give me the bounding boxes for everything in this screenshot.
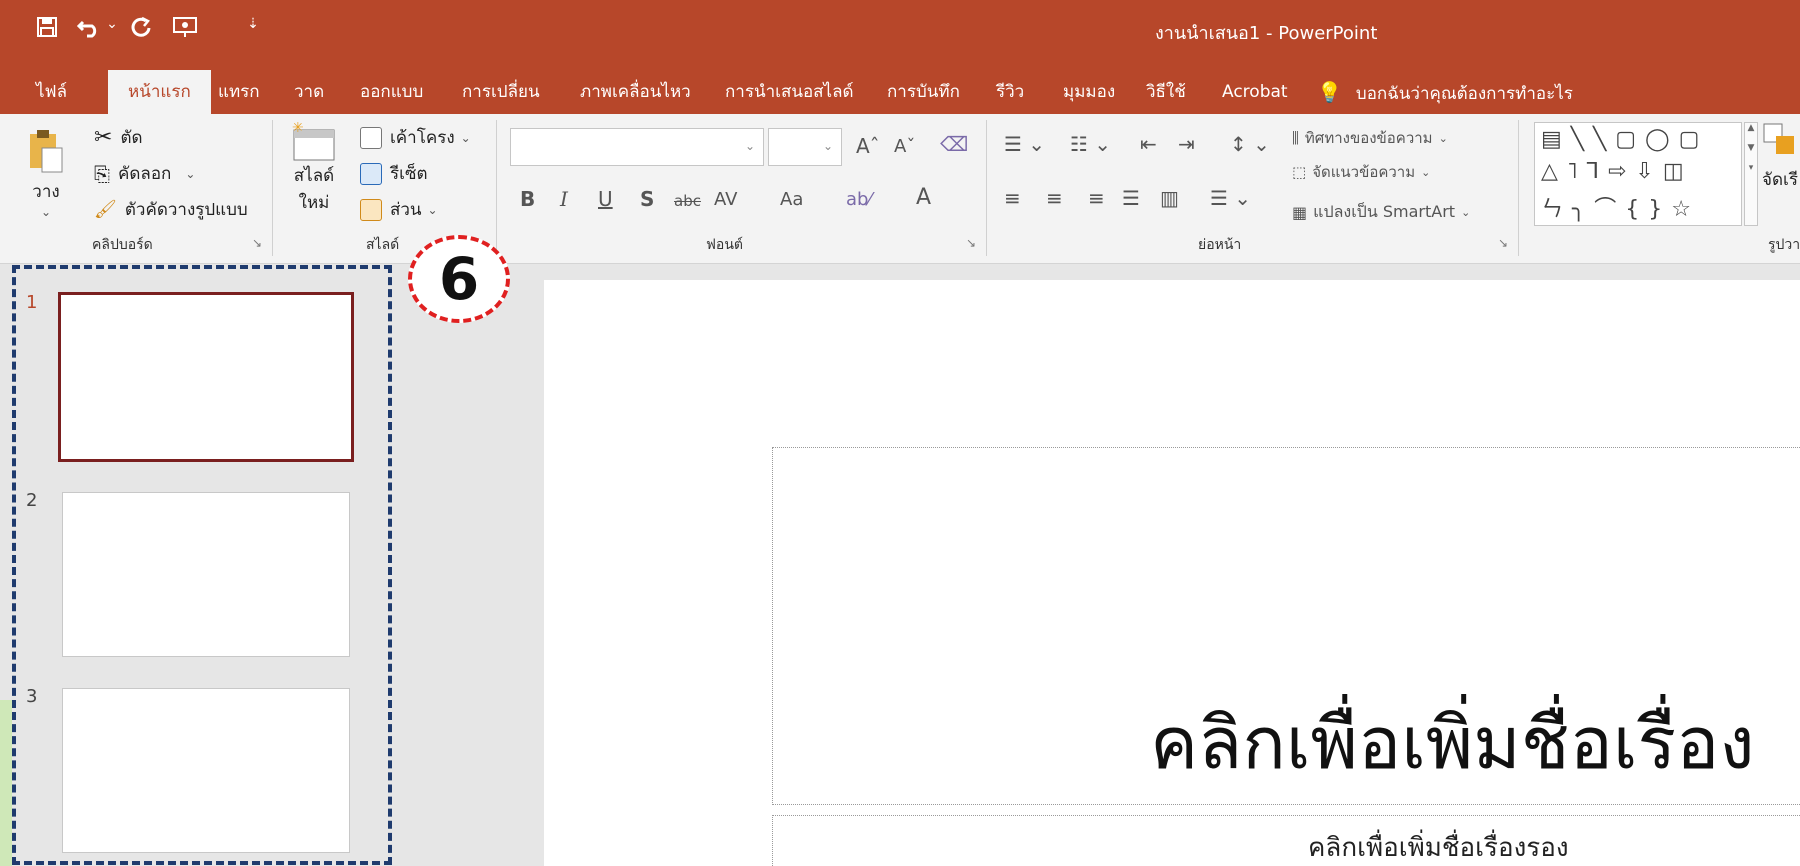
font-name-combo[interactable]: ⌄ bbox=[510, 128, 764, 166]
grow-font-button[interactable]: Aˆ bbox=[856, 134, 880, 158]
tab-view[interactable]: มุมมอง bbox=[1051, 70, 1127, 114]
step-marker: 6 bbox=[408, 235, 510, 323]
title-placeholder-text[interactable]: คลิกเพื่อเพิ่มชื่อเรื่อง bbox=[1150, 685, 1755, 800]
shapes-scroll[interactable]: ▲ ▼ ▾ bbox=[1744, 122, 1758, 226]
font-launcher-icon[interactable]: ↘ bbox=[966, 236, 976, 250]
tab-review[interactable]: รีวิว bbox=[984, 70, 1036, 114]
copy-icon: ⎘ bbox=[94, 161, 110, 186]
smartart-button[interactable]: ▦ แปลงเป็น SmartArt ⌄ bbox=[1292, 200, 1470, 225]
new-slide-button[interactable]: ✳ สไลด์ ใหม่ bbox=[290, 122, 338, 216]
layout-icon bbox=[360, 126, 382, 149]
text-direction-button[interactable]: ⫼ ทิศทางของข้อความ ⌄ bbox=[1292, 126, 1448, 150]
brush-icon: 🖌 bbox=[94, 199, 117, 220]
paste-button[interactable]: วาง ⌄ bbox=[26, 128, 66, 219]
char-spacing-button[interactable]: AV bbox=[714, 184, 737, 214]
decrease-indent-icon[interactable]: ⇤ bbox=[1140, 132, 1157, 156]
smartart-icon: ▦ bbox=[1292, 203, 1308, 222]
tab-home[interactable]: หน้าแรก bbox=[108, 70, 211, 114]
left-edge-strip bbox=[0, 700, 12, 866]
tab-acrobat[interactable]: Acrobat bbox=[1210, 70, 1300, 114]
font-size-combo[interactable]: ⌄ bbox=[768, 128, 842, 166]
redo-icon[interactable] bbox=[128, 16, 154, 38]
ribbon-tab-bar: ไฟล์ หน้าแรก แทรก วาด ออกแบบ การเปลี่ยน … bbox=[0, 60, 1800, 114]
scissors-icon: ✂ bbox=[94, 125, 113, 150]
undo-dropdown-icon[interactable]: ⌄ bbox=[104, 16, 120, 32]
tab-insert[interactable]: แทรก bbox=[206, 70, 272, 114]
tell-me-search[interactable]: 💡 บอกฉันว่าคุณต้องการทำอะไร bbox=[1317, 70, 1573, 114]
tab-design[interactable]: ออกแบบ bbox=[348, 70, 435, 114]
underline-button[interactable]: U bbox=[598, 184, 613, 214]
new-slide-icon: ✳ bbox=[292, 122, 335, 161]
highlight-box bbox=[12, 265, 392, 865]
title-bar: ⌄ ⇣ งานนำเสนอ1 - PowerPoint bbox=[0, 0, 1800, 60]
tell-me-text: บอกฉันว่าคุณต้องการทำอะไร bbox=[1355, 84, 1573, 104]
tab-transitions[interactable]: การเปลี่ยน bbox=[450, 70, 552, 114]
strikethrough-button[interactable]: abc bbox=[674, 186, 701, 216]
tab-help[interactable]: วิธีใช้ bbox=[1134, 70, 1198, 114]
subtitle-placeholder[interactable] bbox=[772, 815, 1800, 866]
tab-draw[interactable]: วาด bbox=[282, 70, 336, 114]
layout-button[interactable]: เค้าโครง ⌄ bbox=[360, 124, 471, 151]
numbering-icon[interactable]: ☷ ⌄ bbox=[1070, 132, 1111, 156]
highlight-color-icon[interactable]: ab⁄ bbox=[846, 184, 871, 214]
svg-text:✳: ✳ bbox=[292, 122, 304, 136]
clear-format-icon[interactable]: ⌫ bbox=[940, 132, 968, 156]
section-icon bbox=[360, 198, 382, 221]
paragraph-group-label: ย่อหน้า bbox=[1198, 237, 1242, 253]
reset-button[interactable]: รีเซ็ต bbox=[360, 160, 428, 187]
window-title: งานนำเสนอ1 - PowerPoint bbox=[1155, 23, 1378, 44]
section-button[interactable]: ส่วน ⌄ bbox=[360, 196, 438, 223]
align-left-icon[interactable]: ≡ bbox=[1004, 186, 1021, 210]
clipboard-group-label: คลิปบอร์ด bbox=[92, 237, 153, 253]
justify-icon[interactable]: ☰ bbox=[1122, 186, 1140, 210]
subtitle-placeholder-text[interactable]: คลิกเพื่อเพิ่มชื่อเรื่องรอง bbox=[1308, 827, 1569, 866]
customize-qat-icon[interactable]: ⇣ bbox=[246, 16, 260, 32]
arrange-icon bbox=[1763, 123, 1794, 154]
save-icon[interactable] bbox=[34, 16, 60, 38]
tab-animations[interactable]: ภาพเคลื่อนไหว bbox=[568, 70, 703, 114]
line-spacing-icon[interactable]: ↕ ⌄ bbox=[1230, 132, 1270, 156]
font-color-button[interactable]: A bbox=[916, 182, 931, 212]
shapes-gallery[interactable]: ▤ ╲ ╲ ▢ ◯ ▢ △ ˥ ⅂ ⇨ ⇩ ◫ ㄣ ╮ ⌒ { } ☆ bbox=[1534, 122, 1742, 226]
tab-slideshow[interactable]: การนำเสนอสไลด์ bbox=[713, 70, 866, 114]
slideshow-icon[interactable] bbox=[170, 16, 200, 38]
lightbulb-icon: 💡 bbox=[1317, 80, 1342, 104]
align-text-button[interactable]: ⬚ จัดแนวข้อความ ⌄ bbox=[1292, 160, 1430, 184]
paragraph-launcher-icon[interactable]: ↘ bbox=[1498, 236, 1508, 250]
clipboard-launcher-icon[interactable]: ↘ bbox=[252, 236, 262, 250]
copy-button[interactable]: ⎘ คัดลอก ⌄ bbox=[94, 160, 195, 187]
bold-button[interactable]: B bbox=[520, 184, 535, 214]
tab-file[interactable]: ไฟล์ bbox=[24, 70, 79, 114]
change-case-button[interactable]: Aa bbox=[780, 184, 803, 214]
shrink-font-button[interactable]: Aˇ bbox=[894, 136, 915, 157]
reset-icon bbox=[360, 162, 382, 185]
drawing-group-label: รูปวา bbox=[1768, 237, 1800, 253]
columns-icon[interactable]: ▥ bbox=[1160, 186, 1179, 210]
text-direction-icon: ⫼ bbox=[1292, 129, 1299, 147]
align-right-icon[interactable]: ≡ bbox=[1088, 186, 1105, 210]
font-group-label: ฟอนต์ bbox=[706, 237, 743, 253]
shadow-button[interactable]: S bbox=[640, 184, 654, 214]
align-center-icon[interactable]: ≡ bbox=[1046, 186, 1063, 210]
undo-icon[interactable] bbox=[76, 16, 102, 38]
columns-dropdown-icon[interactable]: ☰ ⌄ bbox=[1210, 186, 1251, 210]
align-text-icon: ⬚ bbox=[1292, 163, 1307, 181]
arrange-button[interactable]: จัดเรี bbox=[1762, 122, 1798, 193]
bullets-icon[interactable]: ☰ ⌄ bbox=[1004, 132, 1045, 156]
increase-indent-icon[interactable]: ⇥ bbox=[1178, 132, 1195, 156]
slides-group-label: สไลด์ bbox=[366, 237, 400, 253]
paste-icon bbox=[30, 130, 63, 173]
ribbon: วาง ⌄ ✂ ตัด ⎘ คัดลอก ⌄ 🖌 ตัวคัดวางรูปแบบ คลิ… bbox=[0, 114, 1800, 264]
format-painter-button[interactable]: 🖌 ตัวคัดวางรูปแบบ bbox=[94, 196, 248, 223]
italic-button[interactable]: I bbox=[560, 184, 568, 214]
tab-record[interactable]: การบันทึก bbox=[875, 70, 972, 114]
cut-button[interactable]: ✂ ตัด bbox=[94, 124, 143, 151]
